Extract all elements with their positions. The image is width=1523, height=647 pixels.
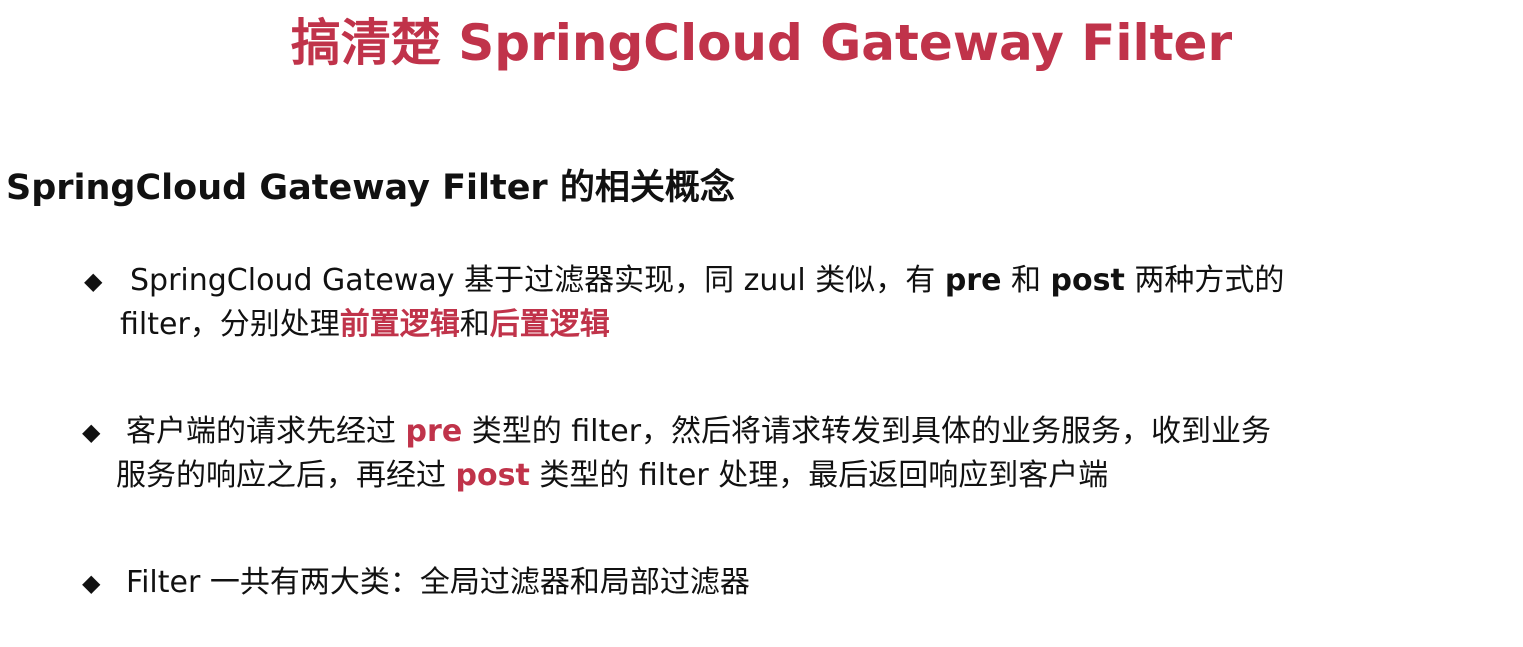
bullet-2-line-1: 客户端的请求先经过 pre 类型的 filter，然后将请求转发到具体的业务服务… xyxy=(126,410,1271,454)
bullet-2-text: 类型的 filter 处理，最后返回响应到客户端 xyxy=(529,458,1109,493)
section-heading: SpringCloud Gateway Filter 的相关概念 xyxy=(6,168,735,208)
bullet-1-line-2: filter，分别处理前置逻辑和后置逻辑 xyxy=(120,303,610,347)
bullet-1-text: 两种方式的 xyxy=(1124,263,1285,298)
bullet-3-text: Filter 一共有两大类：全局过滤器和局部过滤器 xyxy=(126,565,750,600)
bullet-2-text: 类型的 filter，然后将请求转发到具体的业务服务，收到业务 xyxy=(462,414,1272,449)
bullet-1-text: 和 xyxy=(459,307,490,342)
keyword-post: post xyxy=(1050,263,1125,298)
highlight-post-logic: 后置逻辑 xyxy=(489,307,610,342)
bullet-2-text: 服务的响应之后，再经过 xyxy=(116,458,456,493)
bullet-1-text: filter，分别处理 xyxy=(120,307,340,342)
bullet-2-line-2: 服务的响应之后，再经过 post 类型的 filter 处理，最后返回响应到客户… xyxy=(116,454,1108,498)
page-title: 搞清楚 SpringCloud Gateway Filter xyxy=(290,14,1233,72)
bullet-3-line-1: Filter 一共有两大类：全局过滤器和局部过滤器 xyxy=(126,561,750,605)
keyword-pre: pre xyxy=(944,263,1002,298)
bullet-diamond-icon: ◆ xyxy=(84,267,103,295)
bullet-diamond-icon: ◆ xyxy=(82,418,101,446)
bullet-1-line-1: SpringCloud Gateway 基于过滤器实现，同 zuul 类似，有 … xyxy=(130,259,1284,303)
bullet-diamond-icon: ◆ xyxy=(82,569,101,597)
bullet-2-text: 客户端的请求先经过 xyxy=(126,414,406,449)
highlight-pre: pre xyxy=(405,414,463,449)
bullet-1-text: SpringCloud Gateway 基于过滤器实现，同 zuul 类似，有 xyxy=(130,263,945,298)
highlight-post: post xyxy=(455,458,530,493)
highlight-pre-logic: 前置逻辑 xyxy=(339,307,460,342)
bullet-1-text: 和 xyxy=(1001,263,1051,298)
